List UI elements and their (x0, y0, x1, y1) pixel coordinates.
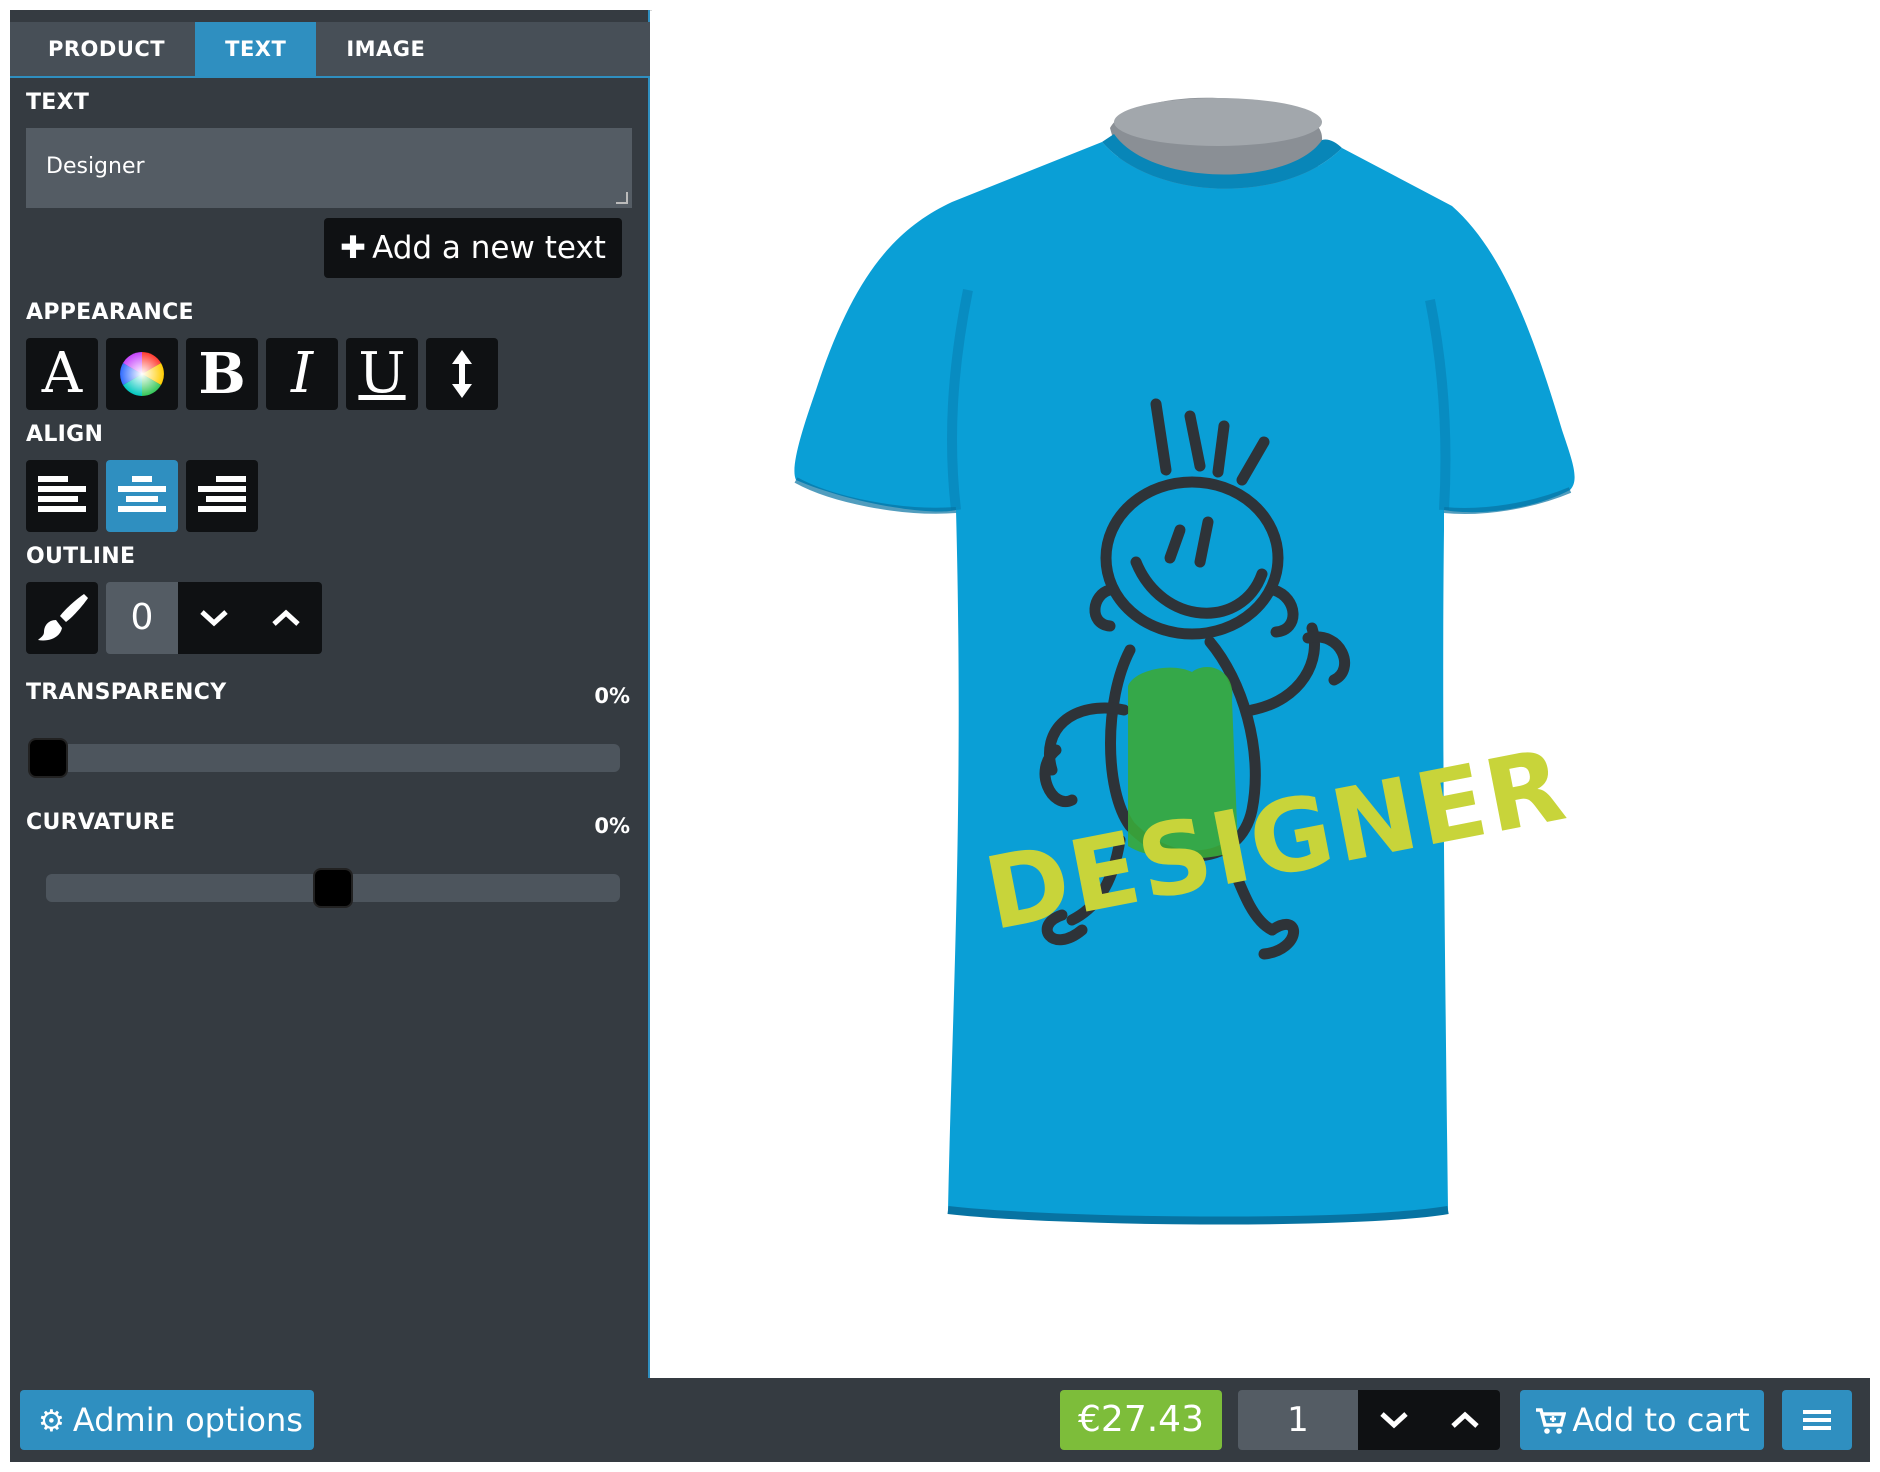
bold-icon: B (198, 341, 246, 407)
tab-product[interactable]: PRODUCT (10, 22, 195, 76)
add-new-text-button[interactable]: ✚ Add a new text (324, 218, 622, 278)
color-button[interactable] (106, 338, 178, 410)
curvature-value: 0% (594, 814, 630, 838)
align-left-icon (38, 476, 86, 512)
tab-image[interactable]: IMAGE (316, 22, 455, 76)
outline-decrease-button[interactable] (178, 582, 250, 654)
text-section-label: TEXT (26, 90, 90, 115)
align-right-button[interactable] (186, 460, 258, 532)
outline-width-input[interactable]: 0 (106, 582, 178, 654)
hamburger-icon (1803, 1410, 1831, 1430)
align-center-button[interactable] (106, 460, 178, 532)
align-right-icon (198, 476, 246, 512)
appearance-label: APPEARANCE (26, 300, 194, 325)
product-preview: DESIGNER (652, 10, 1870, 1378)
chevron-down-icon (200, 610, 228, 627)
chevron-down-icon (1379, 1412, 1408, 1429)
add-new-text-label: Add a new text (372, 230, 606, 266)
cart-icon (1536, 1408, 1567, 1434)
quantity-input[interactable]: 1 (1238, 1390, 1358, 1450)
chevron-up-icon (272, 609, 300, 626)
tab-text[interactable]: TEXT (195, 22, 317, 76)
align-left-button[interactable] (26, 460, 98, 532)
curvature-label: CURVATURE (26, 810, 176, 835)
text-input[interactable]: Designer (26, 128, 632, 208)
curvature-slider-thumb[interactable] (313, 868, 353, 908)
transparency-slider-track[interactable] (28, 744, 620, 772)
bottom-toolbar: ⚙ Admin options €27.43 1 Add to cart (10, 1378, 1870, 1462)
line-height-icon (452, 350, 472, 398)
italic-icon: I (290, 341, 314, 406)
plus-icon: ✚ (340, 230, 367, 266)
color-wheel-icon (120, 352, 164, 396)
tab-bar: PRODUCT TEXT IMAGE (10, 22, 650, 78)
paintbrush-icon (38, 594, 88, 641)
align-label: ALIGN (26, 422, 104, 447)
text-input-value: Designer (46, 154, 145, 179)
bold-button[interactable]: B (186, 338, 258, 410)
underline-icon: U (358, 341, 406, 406)
price-badge: €27.43 (1060, 1390, 1222, 1450)
add-to-cart-label: Add to cart (1572, 1401, 1750, 1439)
font-icon: A (41, 341, 83, 406)
menu-button[interactable] (1782, 1390, 1852, 1450)
quantity-decrease-button[interactable] (1358, 1390, 1429, 1450)
quantity-stepper (1358, 1390, 1500, 1450)
chevron-up-icon (1450, 1411, 1479, 1428)
line-height-button[interactable] (426, 338, 498, 410)
underline-button[interactable]: U (346, 338, 418, 410)
outline-stepper (178, 582, 322, 654)
transparency-value: 0% (594, 684, 630, 708)
add-to-cart-button[interactable]: Add to cart (1520, 1390, 1764, 1450)
outline-label: OUTLINE (26, 544, 136, 569)
align-center-icon (118, 476, 166, 512)
transparency-slider-thumb[interactable] (28, 738, 68, 778)
transparency-label: TRANSPARENCY (26, 680, 227, 705)
font-button[interactable]: A (26, 338, 98, 410)
outline-color-button[interactable] (26, 582, 98, 654)
quantity-increase-button[interactable] (1429, 1390, 1500, 1450)
admin-options-button[interactable]: ⚙ Admin options (20, 1390, 314, 1450)
tshirt-mockup[interactable]: DESIGNER (652, 10, 1870, 1378)
editor-panel: PRODUCT TEXT IMAGE TEXT Designer ✚ Add a … (10, 10, 650, 1378)
gear-icon: ⚙ (38, 1404, 65, 1439)
italic-button[interactable]: I (266, 338, 338, 410)
admin-options-label: Admin options (72, 1401, 303, 1439)
resize-grip-icon[interactable] (616, 192, 628, 204)
outline-increase-button[interactable] (250, 582, 322, 654)
